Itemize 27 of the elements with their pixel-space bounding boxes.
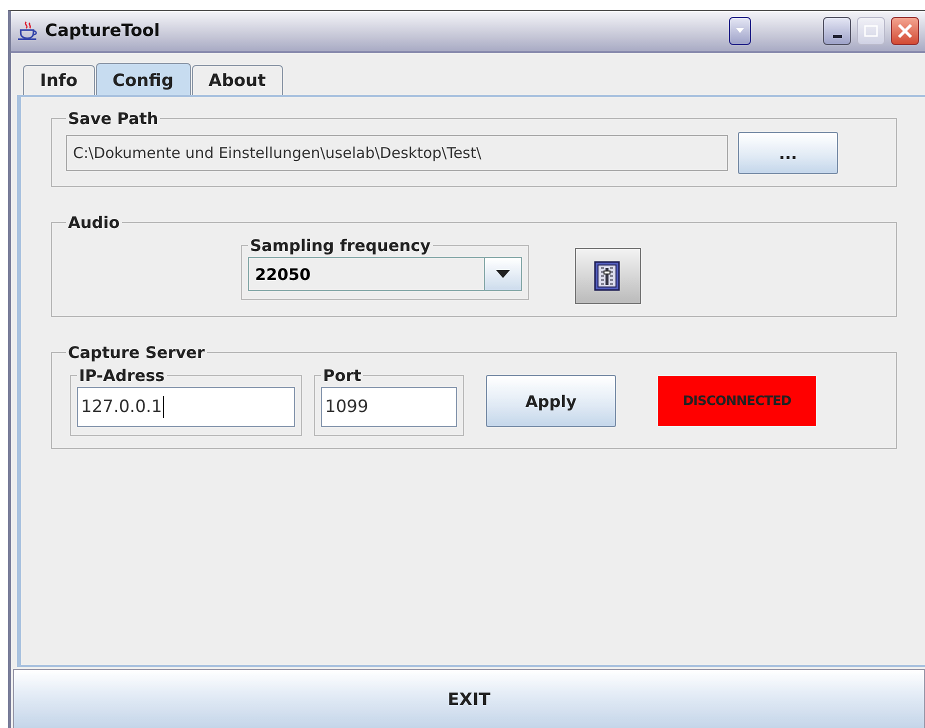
connection-status: DISCONNECTED	[658, 376, 816, 426]
dropdown-icon	[735, 27, 745, 35]
tab[interactable]: About	[192, 65, 283, 95]
group-title: Audio	[67, 213, 121, 232]
group-title: Sampling frequency	[249, 236, 432, 255]
minimize-icon	[832, 34, 842, 38]
maximize-icon	[864, 25, 878, 37]
dropdown-icon	[496, 270, 510, 278]
minimize-button[interactable]	[823, 17, 851, 45]
apply-button[interactable]: Apply	[486, 375, 616, 427]
ip-address-field[interactable]: 127.0.0.1	[77, 387, 295, 427]
mixer-icon	[593, 260, 623, 292]
exit-button[interactable]: EXIT	[13, 669, 925, 728]
tab[interactable]: Info	[23, 65, 95, 95]
close-button[interactable]	[891, 17, 919, 45]
group-title: IP-Adress	[78, 366, 166, 385]
group-title: Capture Server	[67, 343, 206, 362]
tab[interactable]: Config	[96, 63, 191, 95]
mixer-button[interactable]	[575, 248, 641, 304]
window-menu-button[interactable]	[729, 17, 751, 45]
group-title: Save Path	[67, 109, 160, 128]
frequency-dropdown[interactable]: 22050	[248, 257, 522, 291]
coffee-cup-icon	[17, 21, 39, 41]
group-title: Port	[322, 366, 362, 385]
window-title: CaptureTool	[45, 21, 160, 41]
port-field[interactable]: 1099	[321, 387, 457, 427]
close-icon	[897, 23, 913, 39]
